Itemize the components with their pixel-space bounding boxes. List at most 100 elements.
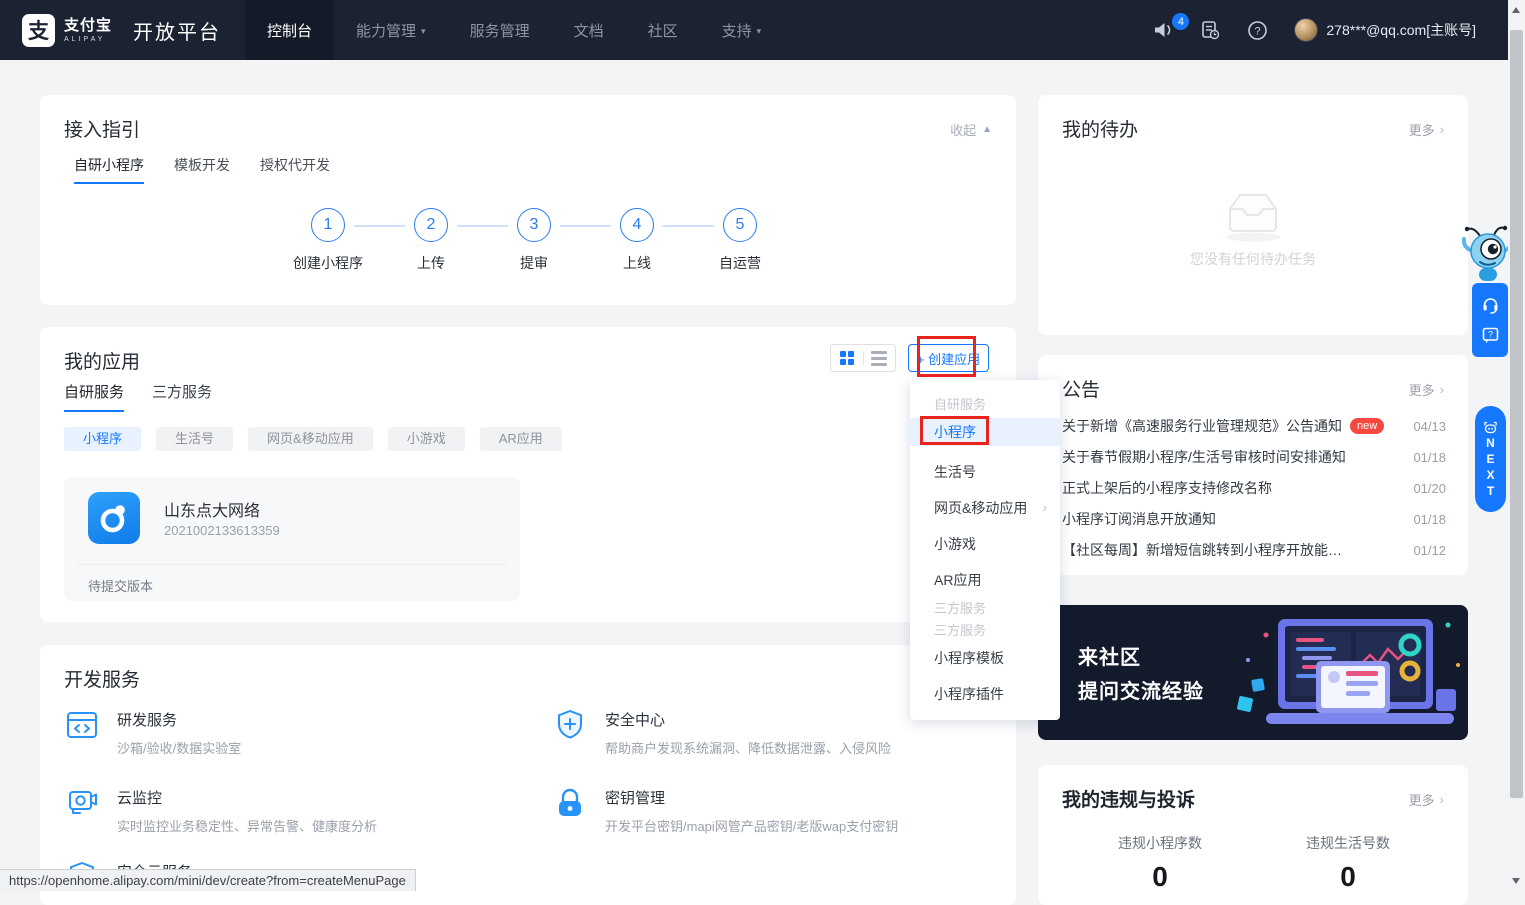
app-card[interactable]: 山东点大网络 2021002133613359 待提交版本 xyxy=(64,477,520,601)
nav-item-community[interactable]: 社区 xyxy=(626,0,700,60)
filter-chip-ar[interactable]: AR应用 xyxy=(480,427,562,451)
guide-tab-self-dev[interactable]: 自研小程序 xyxy=(74,155,144,184)
step-label: 创建小程序 xyxy=(276,253,380,273)
dev-service-key-management[interactable]: 密钥管理 开发平台密钥/mapi网管产品密钥/老版wap支付密钥 xyxy=(552,785,898,835)
community-banner[interactable]: 来社区 提问交流经验 xyxy=(1038,605,1468,740)
menu-item-miniprogram[interactable]: 小程序 xyxy=(910,418,1060,446)
nav-item-docs[interactable]: 文档 xyxy=(552,0,626,60)
dev-service-desc: 沙箱/验收/数据实验室 xyxy=(117,738,241,757)
robot-icon xyxy=(1483,421,1498,434)
question-bubble-icon[interactable]: ? xyxy=(1481,326,1500,345)
announcement-text: 【社区每周】新增短信跳转到小程序开放能力、新... xyxy=(1062,540,1350,560)
next-letter: T xyxy=(1487,484,1494,498)
violation-stat-lifeaccount: 违规生活号数 0 xyxy=(1258,833,1438,893)
alipay-brand[interactable]: 支 支付宝 ALIPAY 开放平台 xyxy=(0,14,221,47)
create-app-button[interactable]: + 创建应用 xyxy=(908,344,989,372)
menu-item-ar[interactable]: AR应用 xyxy=(910,566,1060,594)
filter-chip-miniprogram[interactable]: 小程序 xyxy=(64,427,141,451)
announcement-item[interactable]: 关于新增《高速服务行业管理规范》公告通知 new 04/13 xyxy=(1062,415,1446,437)
announcement-item[interactable]: 小程序订阅消息开放通知 01/18 xyxy=(1062,508,1446,530)
next-floating-button[interactable]: N E X T xyxy=(1475,406,1506,512)
todo-more-link[interactable]: 更多 › xyxy=(1409,120,1444,139)
menu-item-web-mobile[interactable]: 网页&移动应用 › xyxy=(910,494,1060,522)
dev-service-name: 云监控 xyxy=(117,787,377,808)
more-label: 更多 xyxy=(1409,790,1435,809)
dev-service-name: 密钥管理 xyxy=(605,787,898,808)
todo-empty-text: 您没有任何待办任务 xyxy=(1038,249,1468,269)
filter-chip-lifeaccount[interactable]: 生活号 xyxy=(156,427,233,451)
tab-third-party-services[interactable]: 三方服务 xyxy=(152,381,212,412)
speaker-icon xyxy=(1152,21,1174,39)
guide-tab-delegated[interactable]: 授权代开发 xyxy=(260,155,330,184)
app-type-filters: 小程序 生活号 网页&移动应用 小游戏 AR应用 xyxy=(64,427,562,451)
app-name: 山东点大网络 xyxy=(164,497,260,521)
brand-sub: ALIPAY xyxy=(64,36,112,43)
announcement-text: 关于春节假期小程序/生活号审核时间安排通知 xyxy=(1062,447,1346,467)
todo-title: 我的待办 xyxy=(1062,115,1138,142)
nav-item-service[interactable]: 服务管理 xyxy=(448,0,552,60)
guide-step-5: 5 自运营 xyxy=(688,208,792,273)
navbar-right: 4 ? 278***@qq.com[主账号] xyxy=(1152,18,1508,42)
dev-service-cloud-monitor[interactable]: 云监控 实时监控业务稳定性、异常告警、健康度分析 xyxy=(64,785,377,835)
scroll-down-arrow-icon[interactable] xyxy=(1512,878,1520,884)
view-toggle xyxy=(830,344,896,372)
guide-tabs: 自研小程序 模板开发 授权代开发 xyxy=(74,155,330,184)
nav-item-label: 支持 xyxy=(722,20,752,41)
community-illustration xyxy=(1208,605,1468,740)
account-menu[interactable]: 278***@qq.com[主账号] xyxy=(1294,18,1476,42)
platform-title: 开放平台 xyxy=(133,16,221,45)
announcement-text: 正式上架后的小程序支持修改名称 xyxy=(1062,478,1272,498)
nav-item-capability[interactable]: 能力管理▾ xyxy=(334,0,448,60)
announcement-date: 01/18 xyxy=(1413,450,1446,465)
list-icon xyxy=(871,351,887,366)
link-preview-url: https://openhome.alipay.com/mini/dev/cre… xyxy=(9,873,406,888)
grid-view-button[interactable] xyxy=(831,345,863,371)
guide-tab-template[interactable]: 模板开发 xyxy=(174,155,230,184)
ant-mascot-icon[interactable] xyxy=(1462,224,1514,284)
scroll-up-arrow-icon[interactable] xyxy=(1512,7,1520,13)
scrollbar-thumb[interactable] xyxy=(1510,30,1523,798)
records-button[interactable] xyxy=(1200,20,1221,40)
banner-line-1: 来社区 xyxy=(1078,641,1141,670)
guide-step-1: 1 创建小程序 xyxy=(276,208,380,273)
step-label: 自运营 xyxy=(688,253,792,273)
nav-menu: 控制台 能力管理▾ 服务管理 文档 社区 支持▾ xyxy=(245,0,783,60)
top-navbar: 支 支付宝 ALIPAY 开放平台 控制台 能力管理▾ 服务管理 文档 社区 支… xyxy=(0,0,1508,60)
menu-item-template[interactable]: 小程序模板 xyxy=(910,644,1060,672)
vertical-scrollbar[interactable] xyxy=(1508,0,1525,891)
step-connector xyxy=(663,225,714,227)
notification-badge: 4 xyxy=(1172,13,1189,30)
menu-item-lifeaccount[interactable]: 生活号 xyxy=(910,458,1060,486)
announcement-item[interactable]: 【社区每周】新增短信跳转到小程序开放能力、新... 01/12 xyxy=(1062,539,1446,561)
announcement-date: 01/18 xyxy=(1413,512,1446,527)
step-label: 上传 xyxy=(379,253,483,273)
collapse-button[interactable]: 收起 ▲ xyxy=(950,120,992,139)
nav-item-support[interactable]: 支持▾ xyxy=(700,0,784,60)
lock-icon xyxy=(552,785,588,821)
document-clock-icon xyxy=(1200,20,1221,40)
filter-chip-minigame[interactable]: 小游戏 xyxy=(388,427,465,451)
tab-self-services[interactable]: 自研服务 xyxy=(64,381,124,412)
step-connector xyxy=(560,225,611,227)
list-view-button[interactable] xyxy=(864,345,896,371)
violation-stat-miniprogram: 违规小程序数 0 xyxy=(1070,833,1250,893)
todo-empty-state: 您没有任何待办任务 xyxy=(1038,187,1468,269)
dev-service-research[interactable]: 研发服务 沙箱/验收/数据实验室 xyxy=(64,707,241,757)
collapse-label: 收起 xyxy=(950,120,976,139)
notification-button[interactable]: 4 xyxy=(1152,21,1174,39)
help-button[interactable]: ? xyxy=(1247,20,1268,41)
menu-item-minigame[interactable]: 小游戏 xyxy=(910,530,1060,558)
announcement-item[interactable]: 正式上架后的小程序支持修改名称 01/20 xyxy=(1062,477,1446,499)
app-status: 待提交版本 xyxy=(88,576,153,595)
announcement-item[interactable]: 关于春节假期小程序/生活号审核时间安排通知 01/18 xyxy=(1062,446,1446,468)
step-circle: 4 xyxy=(620,208,654,242)
announcements-more-link[interactable]: 更多 › xyxy=(1409,380,1444,399)
filter-chip-web-mobile[interactable]: 网页&移动应用 xyxy=(248,427,373,451)
my-apps-card: 我的应用 + 创建应用 自研服务 三方服务 小程序 生活号 网页&移动应用 小游… xyxy=(40,327,1016,622)
headset-icon[interactable] xyxy=(1481,295,1500,314)
violations-more-link[interactable]: 更多 › xyxy=(1409,790,1444,809)
chevron-right-icon: › xyxy=(1440,792,1444,807)
dev-service-security-center[interactable]: 安全中心 帮助商户发现系统漏洞、降低数据泄露、入侵风险 xyxy=(552,707,891,757)
menu-item-plugin[interactable]: 小程序插件 xyxy=(910,680,1060,708)
nav-item-console[interactable]: 控制台 xyxy=(245,0,334,60)
